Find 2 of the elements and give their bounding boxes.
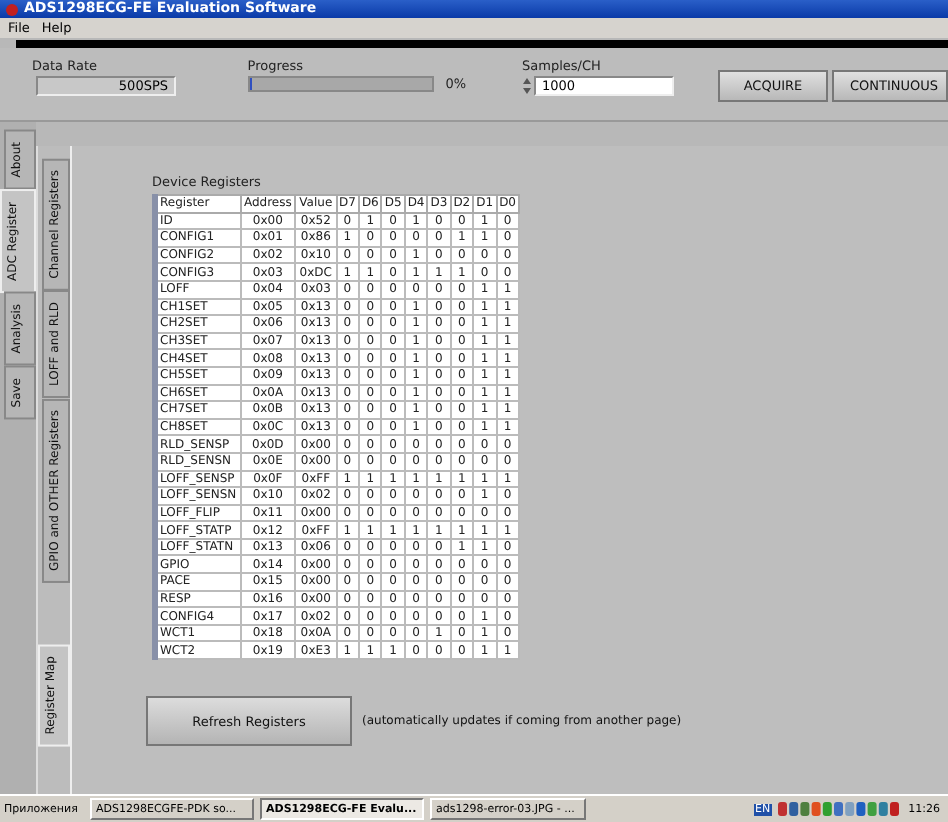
app-icon xyxy=(6,3,18,15)
tray-icons[interactable] xyxy=(778,800,903,818)
